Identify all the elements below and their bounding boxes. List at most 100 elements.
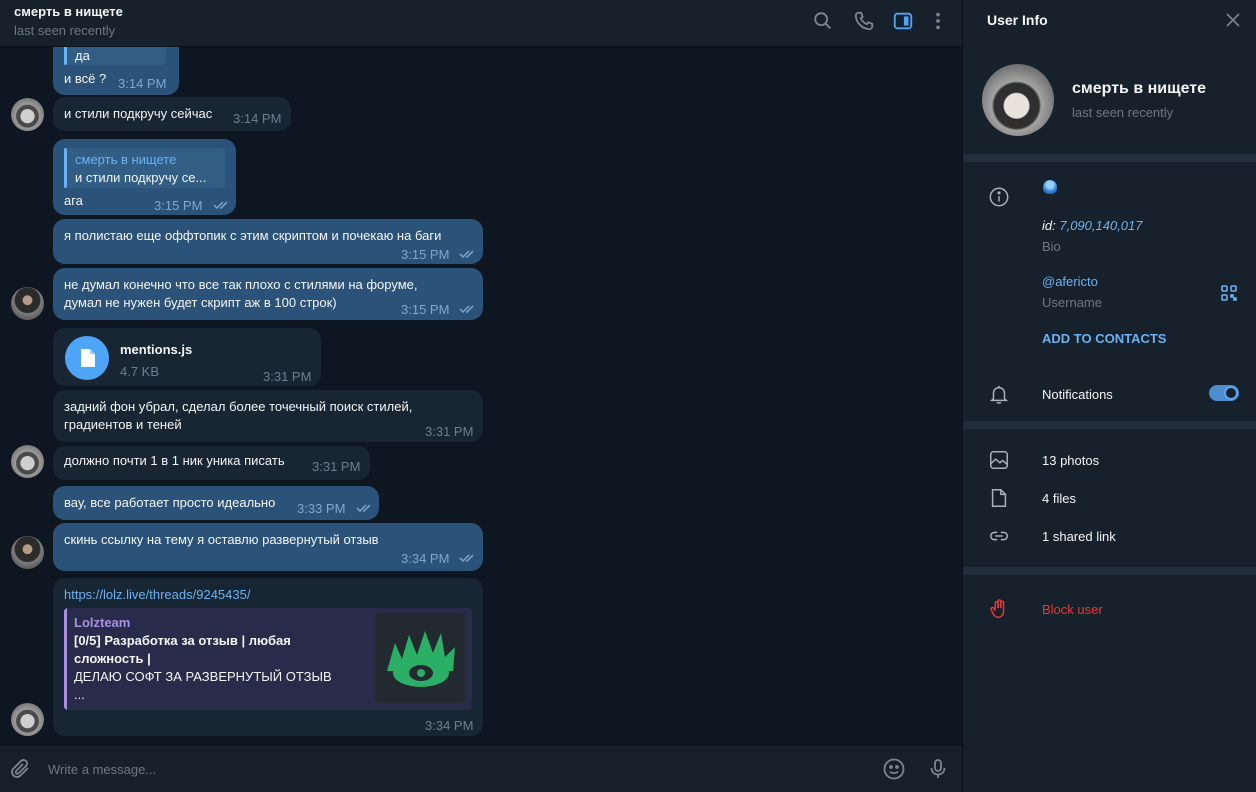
section-divider <box>963 421 1256 429</box>
bell-icon <box>988 383 1010 405</box>
read-ticks-icon <box>459 553 477 563</box>
bio-label: Bio <box>1042 239 1061 254</box>
preview-bar <box>64 608 67 710</box>
message-text: я полистаю еще оффтопик с этим скриптом … <box>64 228 442 243</box>
preview-title: сложность | <box>74 651 151 666</box>
preview-title: [0/5] Разработка за отзыв | любая <box>74 633 291 648</box>
message-bubble[interactable]: вау, все работает просто идеально 3:33 P… <box>53 486 379 520</box>
user-info-panel: User Info смерть в нищете last seen rece… <box>962 0 1256 792</box>
message-bubble[interactable]: я полистаю еще оффтопик с этим скриптом … <box>53 219 483 264</box>
info-icon <box>988 186 1010 208</box>
chat-header: смерть в нищете last seen recently <box>0 0 962 47</box>
message-bubble[interactable]: да и всё ? 3:14 PM <box>53 47 179 95</box>
read-ticks-icon <box>356 503 374 513</box>
profile-name: смерть в нищете <box>1072 80 1207 97</box>
link-icon <box>988 525 1010 547</box>
avatar[interactable] <box>11 287 44 320</box>
hand-stop-icon <box>988 598 1010 620</box>
message-text: должно почти 1 в 1 ник уника писать <box>64 453 285 468</box>
phone-icon[interactable] <box>853 10 875 32</box>
file-icon <box>988 487 1010 509</box>
message-text: скинь ссылку на тему я оставлю развернут… <box>64 532 379 547</box>
block-user-button[interactable]: Block user <box>1042 602 1103 617</box>
file-name[interactable]: mentions.js <box>120 341 192 359</box>
message-bubble[interactable]: смерть в нищете и стили подкручу се... а… <box>53 139 236 215</box>
message-time: 3:14 PM <box>233 111 282 126</box>
reply-text: и стили подкручу се... <box>75 170 207 185</box>
message-text: не думал конечно что все так плохо с сти… <box>64 277 418 292</box>
search-icon[interactable] <box>812 10 834 32</box>
user-id-label: id: <box>1042 218 1056 233</box>
message-text: задний фон убрал, сделал более точечный … <box>64 399 413 414</box>
shared-photos[interactable]: 13 photos <box>1042 453 1099 468</box>
close-icon[interactable] <box>1225 12 1241 28</box>
preview-thumbnail[interactable] <box>375 613 465 703</box>
message-text: и стили подкручу сейчас <box>64 106 213 121</box>
chat-title[interactable]: смерть в нищете <box>14 4 123 19</box>
link-preview[interactable]: Lolzteam [0/5] Разработка за отзыв | люб… <box>64 608 472 710</box>
chat-area: смерть в нищете last seen recently да и … <box>0 0 962 792</box>
reply-bar <box>64 148 67 188</box>
message-bubble[interactable]: и стили подкручу сейчас 3:14 PM <box>53 97 291 131</box>
section-divider <box>963 567 1256 575</box>
message-bubble[interactable]: скинь ссылку на тему я оставлю развернут… <box>53 523 483 571</box>
preview-site-name: Lolzteam <box>74 615 131 630</box>
message-text: и всё ? <box>64 71 107 86</box>
file-size: 4.7 KB <box>120 364 160 379</box>
message-text: ага <box>64 193 83 208</box>
message-time: 3:15 PM <box>401 302 450 317</box>
photo-icon <box>988 449 1010 471</box>
toggle-knob <box>1224 386 1238 400</box>
message-link[interactable]: https://lolz.live/threads/9245435/ <box>64 586 250 604</box>
message-time: 3:33 PM <box>297 501 346 516</box>
microphone-icon[interactable] <box>926 757 950 781</box>
qr-code-icon[interactable] <box>1220 284 1238 302</box>
message-input[interactable] <box>48 758 848 780</box>
notifications-toggle[interactable] <box>1209 385 1239 401</box>
panel-title: User Info <box>987 12 1048 28</box>
shared-links[interactable]: 1 shared link <box>1042 529 1116 544</box>
shared-files[interactable]: 4 files <box>1042 491 1076 506</box>
avatar[interactable] <box>11 445 44 478</box>
message-bubble[interactable]: не думал конечно что все так плохо с сти… <box>53 268 483 320</box>
message-text: думал не нужен будет скрипт аж в 100 стр… <box>64 295 337 310</box>
paperclip-icon[interactable] <box>9 757 33 781</box>
profile-avatar[interactable] <box>982 64 1054 136</box>
read-ticks-icon <box>459 249 477 259</box>
message-time: 3:15 PM <box>401 247 450 262</box>
username[interactable]: @afericto <box>1042 274 1098 289</box>
user-id[interactable]: id: 7,090,140,017 <box>1042 218 1143 233</box>
emoji-icon[interactable] <box>882 757 906 781</box>
avatar[interactable] <box>11 703 44 736</box>
chat-status: last seen recently <box>14 23 116 38</box>
add-to-contacts-button[interactable]: ADD TO CONTACTS <box>1042 331 1166 346</box>
message-time: 3:34 PM <box>425 718 474 733</box>
avatar[interactable] <box>11 536 44 569</box>
username-label: Username <box>1042 295 1102 310</box>
message-text: да <box>75 48 90 63</box>
preview-description: ДЕЛАЮ СОФТ ЗА РАЗВЕРНУТЫЙ ОТЗЫВ <box>74 669 332 684</box>
message-list[interactable]: да и всё ? 3:14 PM и стили подкручу сейч… <box>0 47 962 746</box>
read-ticks-icon <box>213 200 231 210</box>
message-composer <box>0 746 962 792</box>
sidebar-icon[interactable] <box>892 10 914 32</box>
message-text: градиентов и теней <box>64 417 182 432</box>
file-message[interactable]: mentions.js 4.7 KB 3:31 PM <box>53 328 321 386</box>
jellyfish-emoji-icon <box>1043 180 1057 194</box>
avatar[interactable] <box>11 98 44 131</box>
message-time: 3:31 PM <box>312 459 361 474</box>
file-icon[interactable] <box>65 336 109 380</box>
read-ticks-icon <box>459 304 477 314</box>
section-divider <box>963 154 1256 162</box>
link-message[interactable]: https://lolz.live/threads/9245435/ Lolzt… <box>53 578 483 736</box>
reply-author: смерть в нищете <box>75 152 177 167</box>
message-time: 3:31 PM <box>263 369 312 384</box>
message-bubble[interactable]: задний фон убрал, сделал более точечный … <box>53 390 483 442</box>
user-id-value: 7,090,140,017 <box>1059 218 1143 233</box>
preview-description: ... <box>74 687 85 702</box>
message-text: вау, все работает просто идеально <box>64 495 276 510</box>
reply-bar <box>64 47 67 65</box>
message-time: 3:15 PM <box>154 198 203 213</box>
message-bubble[interactable]: должно почти 1 в 1 ник уника писать 3:31… <box>53 446 370 480</box>
more-vertical-icon[interactable] <box>927 10 949 32</box>
